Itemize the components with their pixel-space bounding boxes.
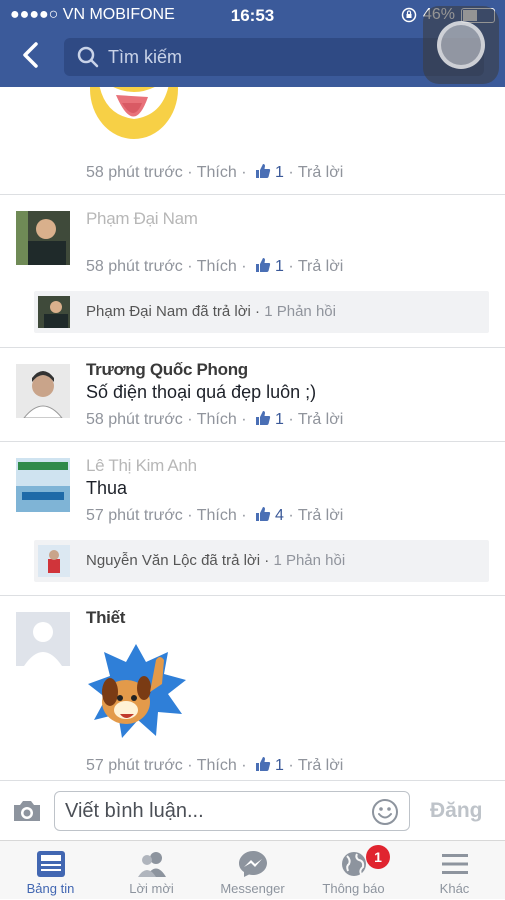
comment-time: 58 phút trước (86, 164, 183, 181)
comment-time: 57 phút trước (86, 507, 183, 524)
comment-time: 58 phút trước (86, 411, 183, 428)
commenter-name[interactable]: Trương Quốc Phong (86, 360, 248, 380)
dog-thumbs-up-sticker (88, 644, 186, 738)
reply-button[interactable]: Trả lời (298, 757, 343, 774)
search-input[interactable] (108, 42, 408, 72)
post-button[interactable]: Đăng (430, 799, 483, 823)
comment-item: Trương Quốc Phong Số điện thoại quá đẹp … (0, 348, 505, 442)
comment-item: 58 phút trước · Thích · 1 · Trả lời (0, 87, 505, 195)
comment-item: Phạm Đại Nam 58 phút trước · Thích · 1 ·… (0, 195, 505, 347)
menu-icon (442, 854, 468, 874)
messenger-icon (239, 851, 267, 877)
tongue-emoji-sticker (90, 87, 178, 139)
reply-summary-text: Nguyễn Văn Lộc đã trả lời · 1 Phản hồi (86, 552, 346, 569)
comment-item: Lê Thị Kim Anh Thua 57 phút trước · Thíc… (0, 442, 505, 594)
like-button[interactable]: Thích (197, 507, 237, 524)
friend-requests-icon (138, 852, 166, 877)
like-button[interactable]: Thích (197, 757, 237, 774)
comment-meta: 58 phút trước · Thích · 1 · Trả lời (86, 164, 344, 181)
top-bar: ●●●●○ VN MOBIFONE 16:53 46% (0, 0, 505, 87)
camera-icon[interactable] (12, 799, 42, 823)
comment-text: Thua (86, 478, 128, 498)
reply-avatar (38, 545, 70, 577)
news-feed-icon (37, 851, 65, 877)
like-button[interactable]: Thích (197, 258, 237, 275)
reply-summary[interactable]: Phạm Đại Nam đã trả lời · 1 Phản hồi (34, 291, 489, 333)
back-arrow-icon[interactable] (18, 40, 46, 70)
reply-summary-label: Phạm Đại Nam đã trả lời (86, 303, 251, 320)
comment-field[interactable] (54, 791, 410, 831)
notification-badge: 1 (366, 845, 390, 869)
comment-input[interactable] (65, 796, 355, 826)
like-button[interactable]: Thích (197, 164, 237, 181)
tab-label: Lời mời (129, 881, 174, 896)
tab-messenger[interactable]: Messenger (202, 841, 303, 900)
tab-news-feed[interactable]: Bảng tin (0, 841, 101, 900)
reply-summary[interactable]: Nguyễn Văn Lộc đã trả lời · 1 Phản hồi (34, 540, 489, 582)
thumbs-up-icon (255, 757, 271, 771)
comment-meta: 57 phút trước · Thích · 1 · Trả lời (86, 757, 344, 774)
avatar[interactable] (16, 458, 70, 512)
like-count: 1 (274, 164, 284, 181)
tab-friend-requests[interactable]: Lời mời (101, 841, 202, 900)
tab-label: Thông báo (322, 881, 385, 896)
comment-feed: 58 phút trước · Thích · 1 · Trả lời Phạm… (0, 87, 505, 780)
thumbs-up-icon (255, 507, 271, 521)
rotation-lock-icon (401, 7, 417, 23)
avatar[interactable] (16, 211, 70, 265)
comment-meta: 57 phút trước · Thích · 4 · Trả lời (86, 507, 344, 524)
tab-notifications[interactable]: Thông báo (303, 841, 404, 900)
comment-meta: 58 phút trước · Thích · 1 · Trả lời (86, 411, 344, 428)
thumbs-up-icon (255, 164, 271, 178)
tab-label: Bảng tin (26, 881, 75, 896)
comment-time: 57 phút trước (86, 757, 183, 774)
reply-avatar (38, 296, 70, 328)
like-count: 1 (274, 258, 284, 275)
search-icon (77, 46, 99, 68)
comment-time: 58 phút trước (86, 258, 183, 275)
like-count: 4 (274, 507, 284, 524)
search-bar[interactable] (64, 38, 484, 76)
comment-item: Thiết 57 phút trước · Thích · 1 · Trả lờ… (0, 596, 505, 780)
commenter-name[interactable]: Thiết (86, 608, 125, 628)
avatar-placeholder[interactable] (16, 612, 70, 666)
comment-composer: Đăng (0, 780, 505, 840)
reply-summary-text: Phạm Đại Nam đã trả lời · 1 Phản hồi (86, 303, 336, 320)
reply-button[interactable]: Trả lời (298, 164, 343, 181)
assistive-touch-button[interactable] (423, 6, 499, 84)
like-count: 1 (274, 757, 284, 774)
reply-count: 1 Phản hồi (273, 552, 346, 569)
commenter-name[interactable]: Phạm Đại Nam (86, 209, 198, 229)
tab-more[interactable]: Khác (404, 841, 505, 900)
emoji-icon[interactable] (371, 798, 399, 826)
reply-button[interactable]: Trả lời (298, 507, 343, 524)
tab-bar: Bảng tin Lời mời Messenger Thông báo 1 K… (0, 840, 505, 899)
thumbs-up-icon (255, 411, 271, 425)
tab-label: Messenger (220, 881, 285, 896)
like-count: 1 (274, 411, 284, 428)
reply-summary-label: Nguyễn Văn Lộc đã trả lời (86, 552, 261, 569)
comment-meta: 58 phút trước · Thích · 1 · Trả lời (86, 258, 344, 275)
tab-label: Khác (439, 881, 470, 896)
like-button[interactable]: Thích (197, 411, 237, 428)
globe-icon (342, 852, 366, 876)
avatar[interactable] (16, 364, 70, 418)
comment-text: Số điện thoại quá đẹp luôn ;) (86, 382, 317, 402)
reply-button[interactable]: Trả lời (298, 411, 343, 428)
thumbs-up-icon (255, 258, 271, 272)
reply-count: 1 Phản hồi (264, 303, 336, 320)
assistive-touch-ring (437, 21, 485, 69)
commenter-name[interactable]: Lê Thị Kim Anh (86, 456, 197, 476)
reply-button[interactable]: Trả lời (298, 258, 343, 275)
